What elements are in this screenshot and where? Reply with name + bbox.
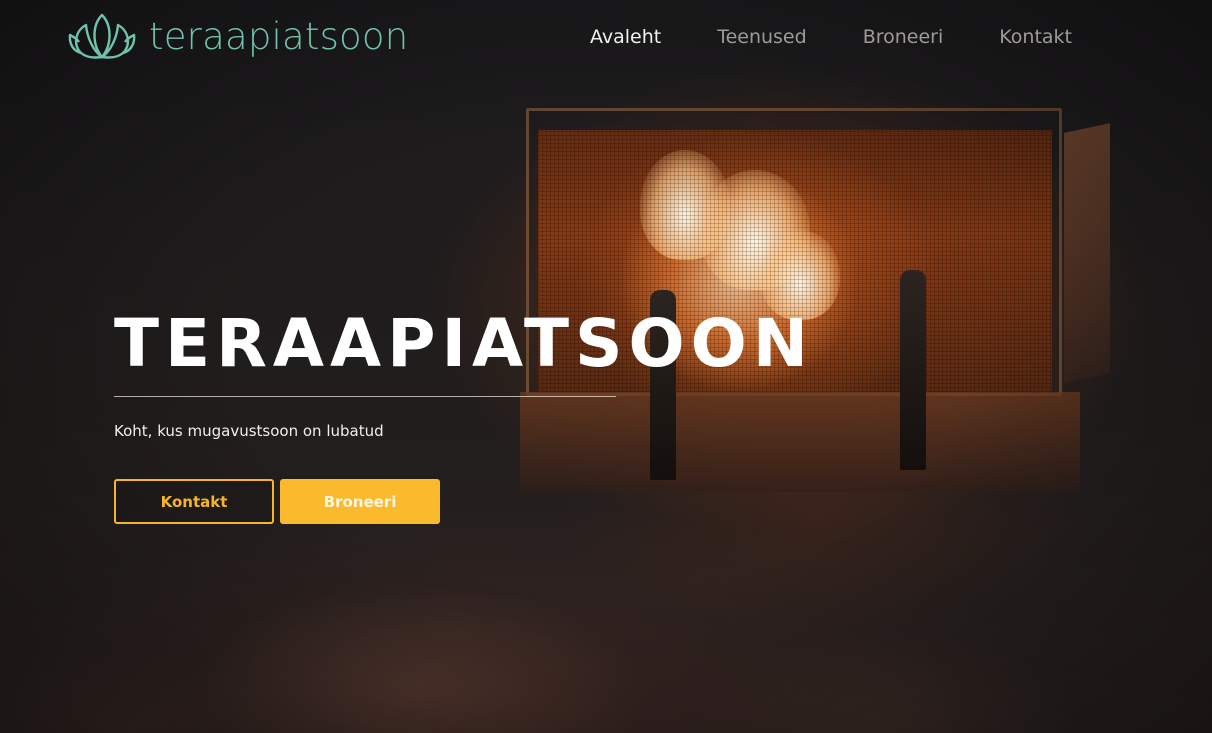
nav-item-broneeri[interactable]: Broneeri: [863, 24, 944, 50]
hero-subtitle: Koht, kus mugavustsoon on lubatud: [114, 422, 384, 440]
page: teraapiatsoon Avaleht Teenused Broneeri …: [0, 0, 1212, 733]
hero-buttons: Kontakt Broneeri: [114, 479, 814, 524]
hero-divider: [114, 396, 616, 397]
book-button[interactable]: Broneeri: [280, 479, 440, 524]
nav-item-kontakt[interactable]: Kontakt: [999, 24, 1072, 50]
nav-item-teenused[interactable]: Teenused: [717, 24, 807, 50]
contact-button[interactable]: Kontakt: [114, 479, 274, 524]
logo-link[interactable]: teraapiatsoon: [67, 11, 408, 63]
main-nav: Avaleht Teenused Broneeri Kontakt: [590, 24, 1072, 50]
lotus-icon: [67, 11, 137, 63]
hero-section: TERAAPIATSOON Koht, kus mugavustsoon on …: [114, 304, 814, 524]
hero-title: TERAAPIATSOON: [114, 305, 814, 382]
brand-name: teraapiatsoon: [149, 14, 409, 58]
nav-item-avaleht[interactable]: Avaleht: [590, 24, 661, 50]
site-header: teraapiatsoon Avaleht Teenused Broneeri …: [0, 0, 1212, 78]
